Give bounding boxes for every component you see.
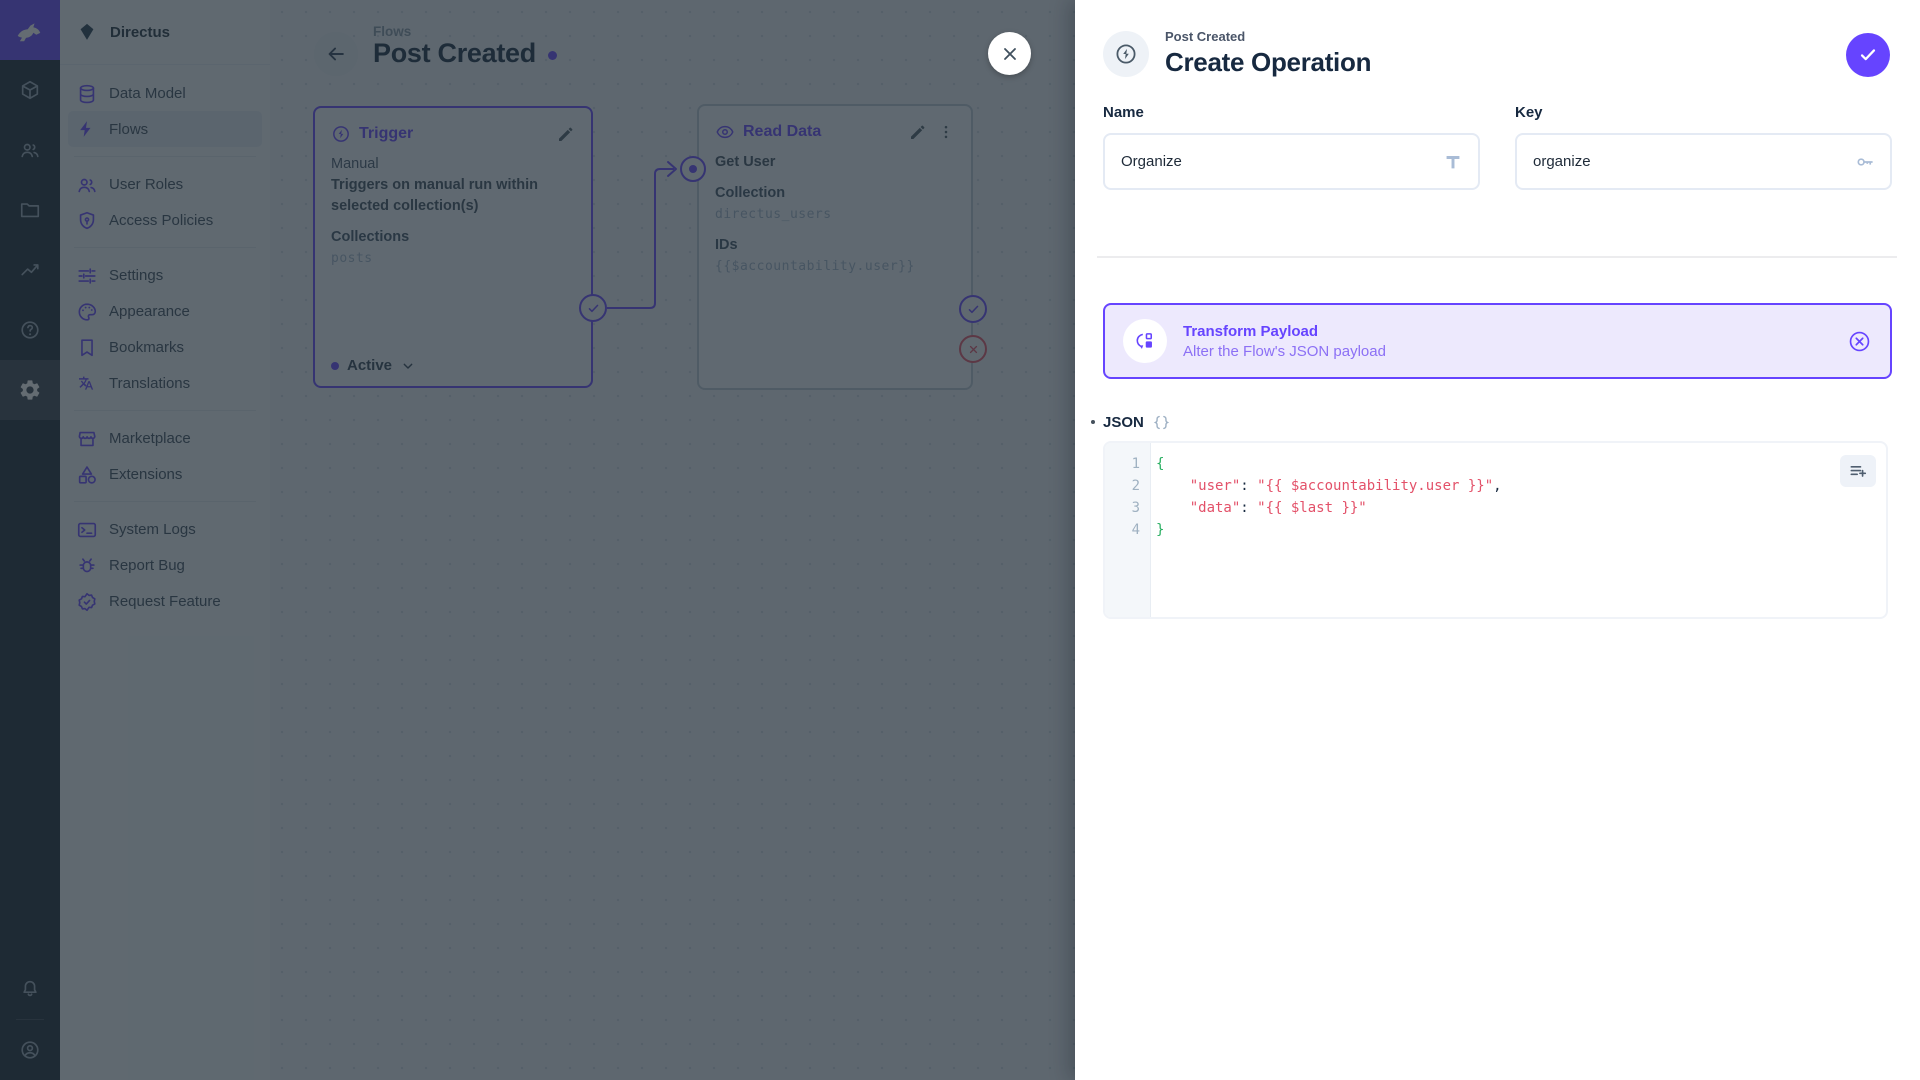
key-field-label: Key [1515,104,1543,121]
transform-icon [1123,319,1167,363]
line-number: 3 [1131,500,1140,516]
divider [1097,256,1897,258]
json-code-editor[interactable]: 1{2 "user": "{{ $accountability.user }}"… [1103,441,1888,619]
key-icon [1854,151,1876,173]
code-line: 2 "user": "{{ $accountability.user }}", [1105,475,1886,497]
json-field-label: JSON [1103,414,1144,431]
name-field-label: Name [1103,104,1144,121]
field-edited-dot [1091,420,1095,424]
bolt-circle-icon [1103,31,1149,77]
code-line-content: "user": "{{ $accountability.user }}", [1189,478,1502,494]
code-line-content: } [1156,522,1165,538]
code-line: 4} [1105,519,1886,541]
save-operation-button[interactable] [1846,33,1890,77]
title-icon [1442,151,1464,173]
drawer-title: Create Operation [1165,47,1372,77]
operation-type-transform-payload[interactable]: Transform Payload Alter the Flow's JSON … [1103,303,1892,379]
code-line: 3 "data": "{{ $last }}" [1105,497,1886,519]
modal-overlay[interactable] [0,0,1075,1080]
transform-payload-subtitle: Alter the Flow's JSON payload [1183,342,1386,360]
playlist-add-icon[interactable] [1840,455,1876,487]
create-operation-drawer: Post Created Create Operation Name Key [988,0,1920,1080]
drawer-breadcrumb: Post Created [1165,29,1246,44]
code-braces-icon [1152,413,1171,432]
line-number: 4 [1131,522,1140,538]
code-line-content: "data": "{{ $last }}" [1189,500,1367,516]
close-icon [1003,47,1016,60]
check-icon [1860,49,1876,61]
code-line-content: { [1156,456,1165,472]
close-drawer-button[interactable] [988,32,1031,75]
key-input[interactable] [1531,152,1854,171]
code-line: 1{ [1105,453,1886,475]
transform-payload-title: Transform Payload [1183,322,1319,340]
line-number: 1 [1131,456,1140,472]
key-input-wrap [1515,133,1892,190]
line-number: 2 [1131,478,1140,494]
name-input[interactable] [1119,152,1442,171]
deselect-operation-type-icon[interactable] [1847,329,1872,354]
name-input-wrap [1103,133,1480,190]
